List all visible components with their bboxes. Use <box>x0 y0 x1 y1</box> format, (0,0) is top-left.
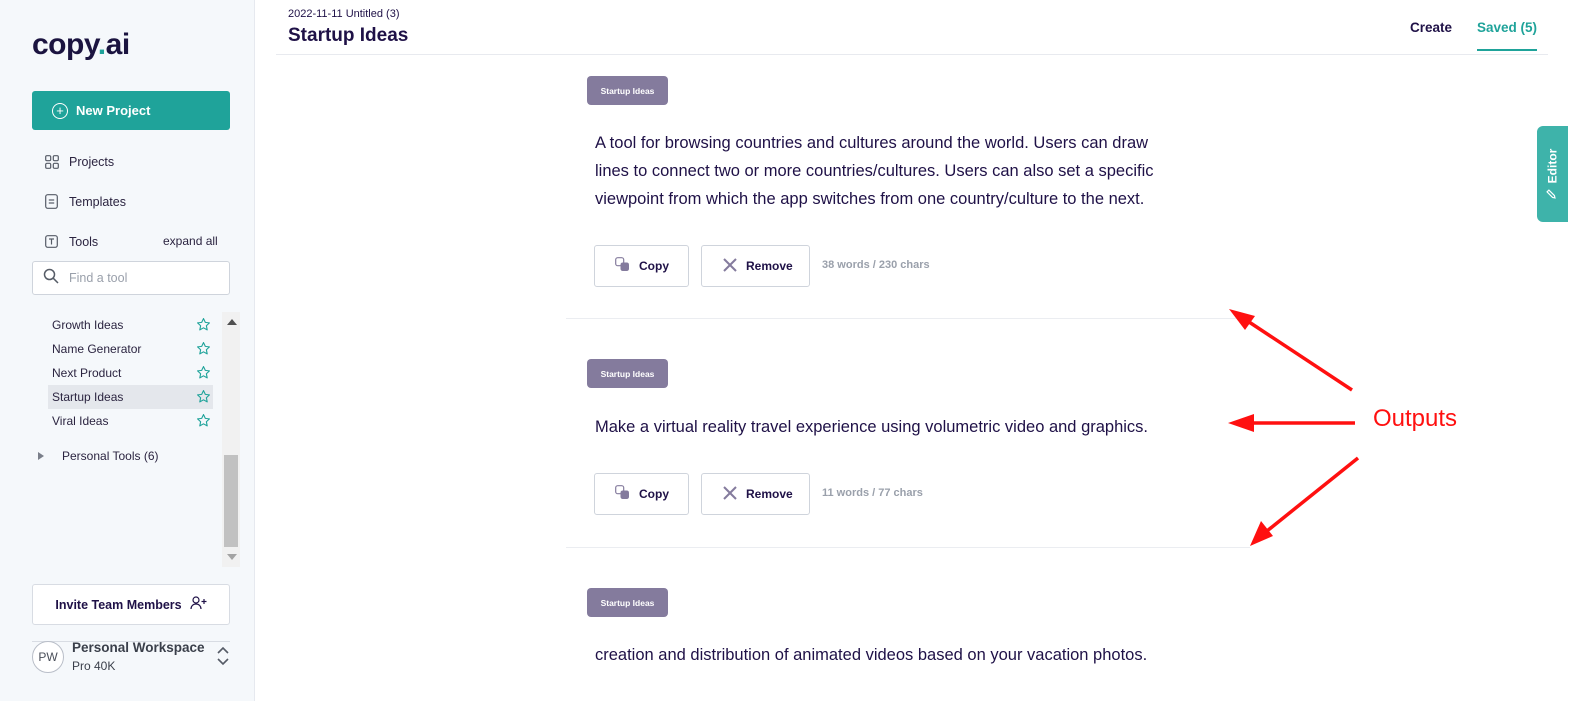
arrowhead-left <box>1228 414 1254 432</box>
annotation-arrows <box>1228 309 1360 546</box>
arrow-up-left <box>1239 314 1353 392</box>
arrowhead-down-left <box>1250 521 1273 546</box>
arrowhead-up-left <box>1229 309 1255 330</box>
app-window: copy.ai + New Project Projects Templates… <box>0 0 1577 701</box>
arrow-down-left <box>1260 456 1360 537</box>
annotation-label: Outputs <box>1373 405 1458 432</box>
